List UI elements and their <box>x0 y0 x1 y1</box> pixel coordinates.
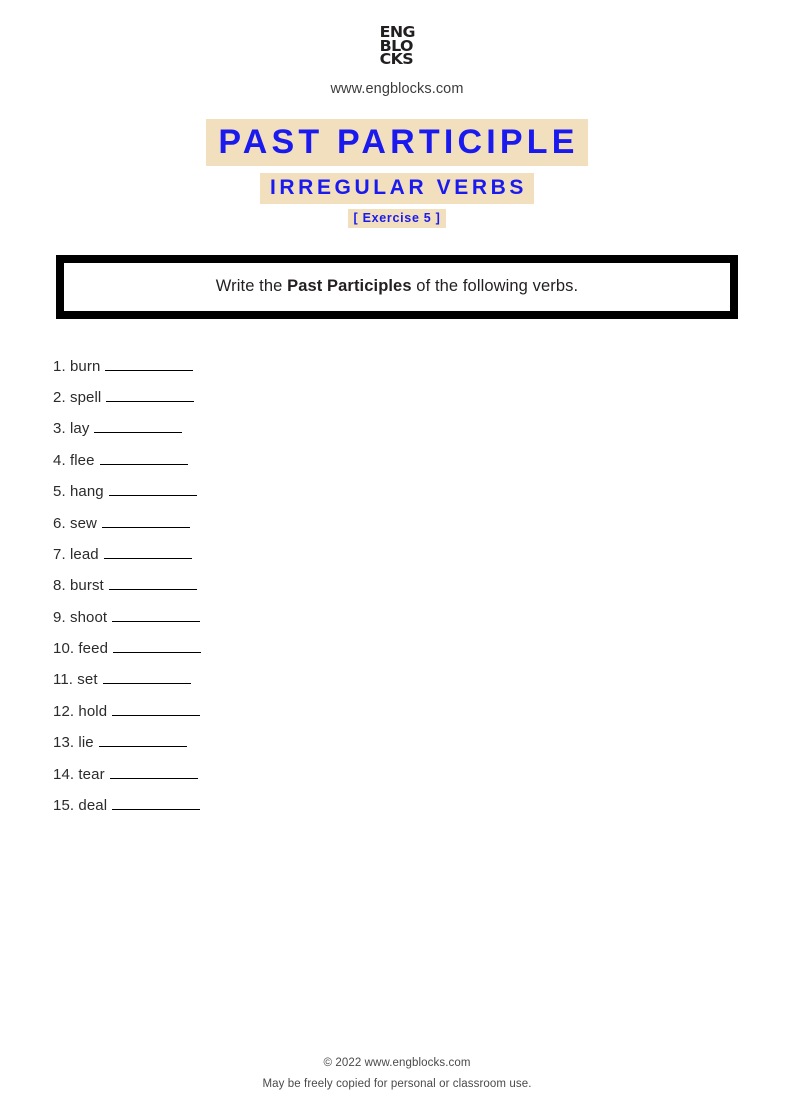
answer-blank[interactable] <box>112 796 201 811</box>
verb-label: 4. flee <box>53 451 95 469</box>
instruction-text-after: of the following verbs. <box>411 277 579 296</box>
engblocks-logo: ENG BLO CKS <box>379 24 415 69</box>
answer-blank[interactable] <box>113 639 202 654</box>
answer-blank[interactable] <box>109 765 198 779</box>
verb-label: 11. set <box>53 671 98 689</box>
verb-row: 13. lie <box>53 733 794 764</box>
page-header: ENG BLO CKS www.engblocks.com <box>0 0 794 97</box>
answer-blank[interactable] <box>112 702 201 716</box>
verb-row: 12. hold <box>53 702 794 733</box>
exercise-label: [ Exercise 5 ] <box>347 208 447 228</box>
title-block: PAST PARTICIPLE IRREGULAR VERBS [ Exerci… <box>0 119 794 228</box>
worksheet-page: ENG BLO CKS www.engblocks.com PAST PARTI… <box>0 0 794 1120</box>
verb-row: 11. set <box>53 670 794 701</box>
verb-row: 2. spell <box>53 388 794 419</box>
verb-label: 13. lie <box>53 734 94 752</box>
verb-label: 5. hang <box>53 483 104 501</box>
logo-line-3: CKS <box>379 50 413 69</box>
instruction-text: Write the Past Participles of the follow… <box>216 277 578 296</box>
verb-label: 15. deal <box>53 797 108 815</box>
verb-label: 6. sew <box>53 514 97 532</box>
verb-row: 3. lay <box>53 419 794 450</box>
verb-row: 6. sew <box>53 514 794 545</box>
footer-copyright: © 2022 www.engblocks.com <box>323 1057 471 1069</box>
answer-blank[interactable] <box>112 608 201 622</box>
verb-label: 7. lead <box>53 545 99 563</box>
answer-blank[interactable] <box>99 451 188 465</box>
verb-label: 1. burn <box>53 357 101 375</box>
verb-label: 12. hold <box>53 702 108 720</box>
answer-blank[interactable] <box>102 670 191 685</box>
verb-row: 4. flee <box>53 451 794 482</box>
instruction-text-bold: Past Participles <box>287 277 412 296</box>
verb-row: 9. shoot <box>53 608 794 639</box>
answer-blank[interactable] <box>108 482 197 497</box>
verb-label: 10. feed <box>53 640 109 658</box>
verb-row: 10. feed <box>53 639 794 670</box>
answer-blank[interactable] <box>98 733 187 748</box>
verb-row: 15. deal <box>53 796 794 827</box>
verb-label: 9. shoot <box>53 608 108 626</box>
answer-blank[interactable] <box>101 514 190 528</box>
verb-row: 1. burn <box>53 357 794 388</box>
site-url: www.engblocks.com <box>330 81 464 98</box>
verb-row: 5. hang <box>53 482 794 513</box>
footer-note: May be freely copied for personal or cla… <box>262 1078 532 1090</box>
instruction-box: Write the Past Participles of the follow… <box>56 254 738 319</box>
page-footer: © 2022 www.engblocks.com May be freely c… <box>0 1057 794 1090</box>
verb-row: 7. lead <box>53 545 794 576</box>
verb-row: 8. burst <box>53 576 794 607</box>
answer-blank[interactable] <box>94 419 183 434</box>
verb-list: 1. burn 2. spell 3. lay 4. flee 5. hang 6. se… <box>0 357 794 828</box>
verb-label: 2. spell <box>53 388 102 406</box>
verb-label: 8. burst <box>53 577 104 595</box>
instruction-text-before: Write the <box>215 277 288 296</box>
page-title: PAST PARTICIPLE <box>206 119 588 167</box>
answer-blank[interactable] <box>108 576 197 591</box>
verb-row: 14. tear <box>53 765 794 796</box>
answer-blank[interactable] <box>103 545 192 559</box>
answer-blank[interactable] <box>105 357 194 371</box>
verb-label: 14. tear <box>53 765 105 783</box>
verb-label: 3. lay <box>53 420 90 438</box>
answer-blank[interactable] <box>106 388 195 402</box>
page-subtitle: IRREGULAR VERBS <box>259 173 535 204</box>
